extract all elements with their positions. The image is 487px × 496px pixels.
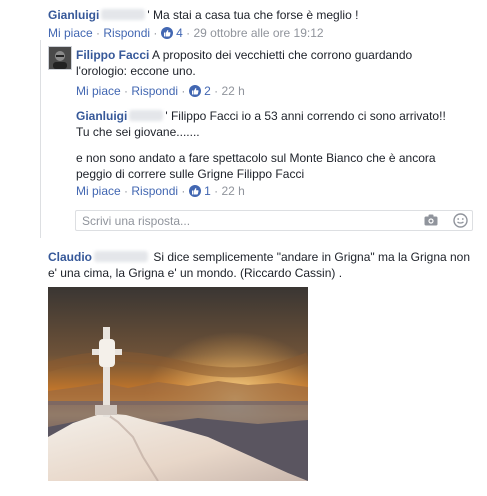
emoji-icon[interactable]: [453, 213, 468, 231]
attached-photo-summit-cross[interactable]: [48, 287, 308, 481]
like-link[interactable]: Mi piace: [76, 84, 121, 98]
comment-text: peggio di correre sulle Grigne Filippo F…: [76, 167, 305, 181]
blurred-surname: [129, 110, 164, 121]
reply-1-body: Filippo Facci A proposito dei vecchietti…: [76, 47, 412, 79]
separator: ·: [124, 184, 129, 198]
separator: ·: [186, 26, 191, 40]
separator: ·: [153, 26, 158, 40]
reply-input[interactable]: [76, 211, 412, 230]
blurred-surname: [101, 9, 146, 20]
like-link[interactable]: Mi piace: [76, 184, 121, 198]
timestamp[interactable]: 22 h: [221, 84, 244, 98]
comment-author[interactable]: Claudio: [48, 250, 92, 264]
like-thumb-icon: [188, 185, 201, 197]
separator: ·: [214, 84, 219, 98]
comment-text: l'orologio: eccone uno.: [76, 64, 196, 78]
comment-1-body: Gianluigi ' Ma stai a casa tua che forse …: [48, 7, 358, 23]
blurred-surname: [94, 251, 148, 262]
comment-author[interactable]: Filippo Facci: [76, 48, 149, 62]
reply-link[interactable]: Rispondi: [103, 26, 150, 40]
separator: ·: [181, 84, 186, 98]
camera-icon[interactable]: [424, 214, 438, 229]
comment-text: A proposito dei vecchietti che corrono g…: [152, 48, 413, 62]
like-link[interactable]: Mi piace: [48, 26, 93, 40]
comment-text: Si dice semplicemente "andare in Grigna"…: [153, 250, 471, 264]
reply-2-actions: Mi piace · Rispondi · 1 · 22 h: [76, 184, 245, 198]
reaction-count[interactable]: 1: [204, 184, 211, 198]
timestamp[interactable]: 29 ottobre alle ore 19:12: [193, 26, 323, 40]
separator: ·: [96, 26, 101, 40]
reaction-count[interactable]: 4: [176, 26, 183, 40]
like-thumb-icon: [188, 85, 201, 97]
reply-1-actions: Mi piace · Rispondi · 2 · 22 h: [76, 84, 245, 98]
reply-input-box: [75, 210, 473, 231]
separator: ·: [181, 184, 186, 198]
comment-text: Tu che sei giovane.......: [76, 125, 200, 139]
comment-2-body: Claudio Si dice semplicemente "andare in…: [48, 249, 470, 281]
reply-thread-line: [40, 40, 41, 238]
reply-link[interactable]: Rispondi: [131, 84, 178, 98]
comment-text: ' Ma stai a casa tua che forse è meglio …: [147, 8, 359, 22]
like-thumb-icon: [160, 27, 173, 39]
comment-1-actions: Mi piace · Rispondi · 4 · 29 ottobre all…: [48, 26, 324, 40]
timestamp[interactable]: 22 h: [221, 184, 244, 198]
comment-author[interactable]: Gianluigi: [48, 8, 99, 22]
comment-author[interactable]: Gianluigi: [76, 109, 127, 123]
comment-text: ' Filippo Facci io a 53 anni correndo ci…: [165, 109, 446, 123]
reply-link[interactable]: Rispondi: [131, 184, 178, 198]
comment-text: e non sono andato a fare spettacolo sul …: [76, 151, 436, 165]
separator: ·: [124, 84, 129, 98]
reply-2-body: Gianluigi ' Filippo Facci io a 53 anni co…: [76, 108, 446, 182]
reaction-count[interactable]: 2: [204, 84, 211, 98]
comment-text: e' una cima, la Grigna e' un mondo. (Ric…: [48, 266, 343, 280]
separator: ·: [214, 184, 219, 198]
avatar[interactable]: [48, 46, 72, 70]
